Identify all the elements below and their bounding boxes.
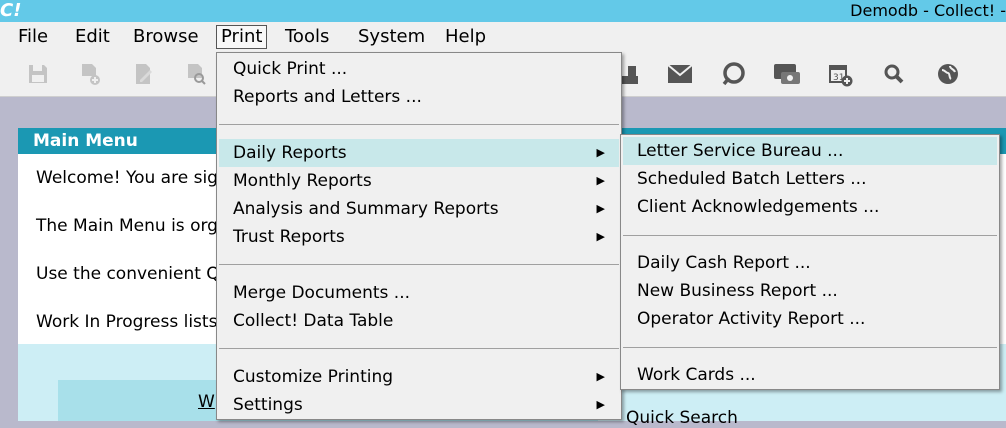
menu-file[interactable]: File bbox=[14, 25, 52, 49]
menu-item-quick-print[interactable]: Quick Print ... bbox=[219, 55, 619, 83]
search-icon[interactable] bbox=[878, 58, 910, 90]
menu-item-monthly-reports[interactable]: Monthly Reports ▶ bbox=[219, 167, 619, 195]
menu-item-operator-activity-report[interactable]: Operator Activity Report ... bbox=[623, 305, 997, 333]
menu-item-collect-data-table[interactable]: Collect! Data Table bbox=[219, 307, 619, 335]
menu-item-settings[interactable]: Settings ▶ bbox=[219, 391, 619, 419]
submenu-arrow-icon: ▶ bbox=[596, 202, 605, 215]
menu-print[interactable]: Print bbox=[216, 25, 268, 49]
menu-item-letter-service-bureau[interactable]: Letter Service Bureau ... bbox=[623, 137, 997, 165]
menu-item-trust-reports[interactable]: Trust Reports ▶ bbox=[219, 223, 619, 251]
save-icon[interactable] bbox=[22, 58, 54, 90]
menu-item-work-cards[interactable]: Work Cards ... bbox=[623, 361, 997, 389]
quick-search-label[interactable]: Quick Search bbox=[626, 408, 738, 428]
daily-reports-submenu: Letter Service Bureau ... Scheduled Batc… bbox=[620, 134, 1000, 390]
menu-item-merge-documents[interactable]: Merge Documents ... bbox=[219, 279, 619, 307]
app-logo: C! bbox=[0, 0, 22, 21]
menu-item-customize-printing[interactable]: Customize Printing ▶ bbox=[219, 363, 619, 391]
submenu-arrow-icon: ▶ bbox=[596, 230, 605, 243]
menu-separator bbox=[219, 264, 619, 265]
submenu-arrow-icon: ▶ bbox=[596, 146, 605, 159]
menu-separator bbox=[623, 235, 997, 236]
email-icon[interactable] bbox=[664, 58, 696, 90]
menu-browse[interactable]: Browse bbox=[129, 25, 203, 49]
chat-icon[interactable] bbox=[717, 58, 749, 90]
print-menu-dropdown: Quick Print ... Reports and Letters ... … bbox=[216, 52, 622, 420]
welcome-text: Welcome! You are sig bbox=[36, 168, 218, 188]
globe-icon[interactable] bbox=[932, 58, 964, 90]
new-document-icon[interactable] bbox=[74, 58, 106, 90]
menu-separator bbox=[219, 124, 619, 125]
menu-system[interactable]: System bbox=[354, 25, 429, 49]
menu-help[interactable]: Help bbox=[441, 25, 490, 49]
submenu-arrow-icon: ▶ bbox=[596, 398, 605, 411]
menu-item-new-business-report[interactable]: New Business Report ... bbox=[623, 277, 997, 305]
title-bar: C! Demodb - Collect! - bbox=[0, 0, 1006, 22]
quick-text: Use the convenient Q bbox=[36, 264, 220, 284]
work-in-progress-text: Work In Progress lists bbox=[36, 312, 218, 332]
menu-item-scheduled-batch-letters[interactable]: Scheduled Batch Letters ... bbox=[623, 165, 997, 193]
menu-tools[interactable]: Tools bbox=[281, 25, 333, 49]
menu-item-analysis-and-summary-reports[interactable]: Analysis and Summary Reports ▶ bbox=[219, 195, 619, 223]
menu-item-daily-reports[interactable]: Daily Reports ▶ bbox=[219, 139, 619, 167]
menu-item-client-acknowledgements[interactable]: Client Acknowledgements ... bbox=[623, 193, 997, 221]
search-document-icon[interactable] bbox=[180, 58, 212, 90]
main-menu-title: Main Menu bbox=[33, 131, 138, 151]
menu-separator bbox=[623, 347, 997, 348]
visa-card-icon[interactable] bbox=[771, 58, 803, 90]
calendar-add-icon[interactable]: 31 bbox=[824, 58, 856, 90]
window-title: Demodb - Collect! - bbox=[850, 1, 1006, 20]
edit-document-icon[interactable] bbox=[128, 58, 160, 90]
menu-separator bbox=[219, 348, 619, 349]
menu-item-reports-and-letters[interactable]: Reports and Letters ... bbox=[219, 83, 619, 111]
menu-edit[interactable]: Edit bbox=[71, 25, 114, 49]
menu-bar: File Edit Browse Print Tools System Help bbox=[0, 22, 1006, 52]
submenu-arrow-icon: ▶ bbox=[596, 370, 605, 383]
submenu-arrow-icon: ▶ bbox=[596, 174, 605, 187]
work-in-progress-link[interactable]: W bbox=[198, 392, 215, 412]
organization-text: The Main Menu is org bbox=[36, 216, 218, 236]
menu-item-daily-cash-report[interactable]: Daily Cash Report ... bbox=[623, 249, 997, 277]
